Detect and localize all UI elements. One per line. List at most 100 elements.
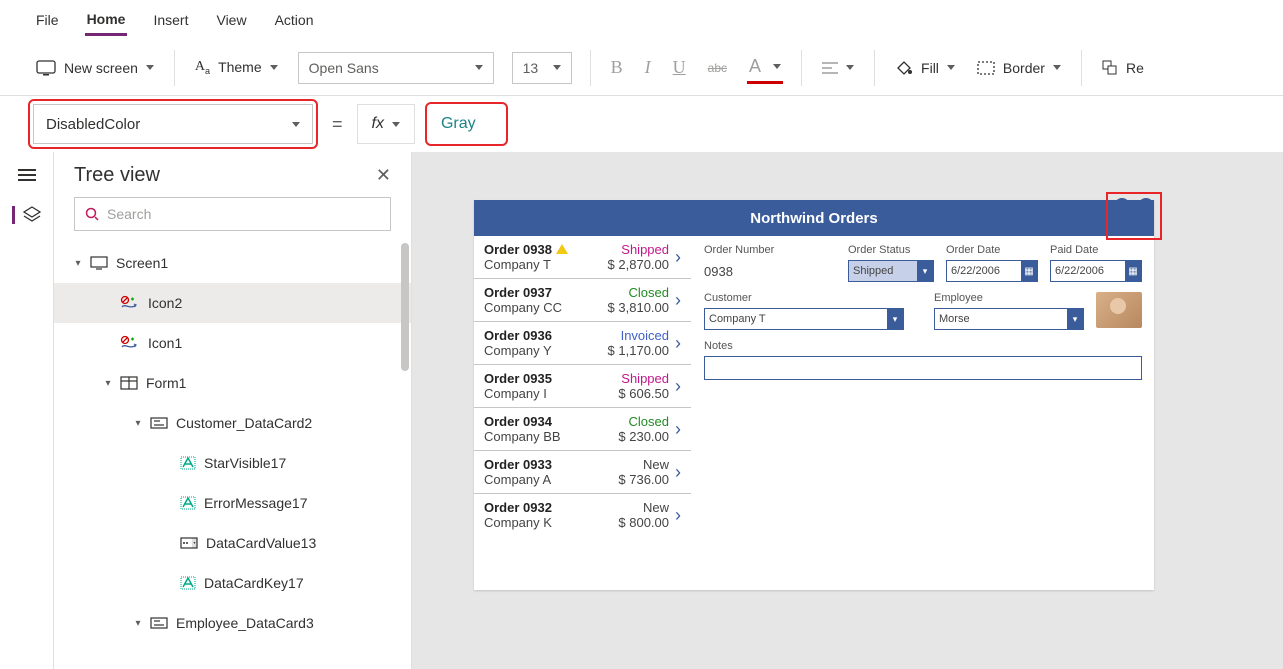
datacard-icon — [150, 417, 168, 429]
order-detail: Order Number0938 Order StatusShipped▾ Or… — [692, 236, 1154, 590]
font-size-value: 13 — [523, 60, 539, 76]
tree-item-label: Customer_DataCard2 — [176, 415, 312, 431]
menu-insert[interactable]: Insert — [151, 6, 190, 34]
calendar-icon: ▦ — [1125, 261, 1141, 281]
app-header: Northwind Orders — [474, 200, 1154, 236]
tree-item-errormessage17[interactable]: ErrorMessage17 — [54, 483, 411, 523]
tree-item-label: Employee_DataCard3 — [176, 615, 314, 631]
chevron-right-icon: › — [669, 333, 681, 354]
order-row[interactable]: Order 0936Company YInvoiced$ 1,170.00› — [474, 321, 691, 364]
notes-input[interactable] — [704, 356, 1142, 380]
text-color-button[interactable]: A — [747, 52, 783, 84]
order-list[interactable]: Order 0938Company TShipped$ 2,870.00›Ord… — [474, 236, 692, 590]
order-number-value: 0938 — [704, 260, 836, 282]
tree-item-employee-datacard3[interactable]: ▾Employee_DataCard3 — [54, 603, 411, 643]
tree-list: ▾Screen1 Icon2 Icon1 ▾Form1▾Customer_DataCa… — [54, 243, 411, 643]
order-date-input[interactable]: 6/22/2006▦ — [946, 260, 1038, 282]
strike-button[interactable]: abc — [706, 57, 729, 79]
employee-select[interactable]: Morse▾ — [934, 308, 1084, 330]
order-row[interactable]: Order 0934Company BBClosed$ 230.00› — [474, 407, 691, 450]
tree-item-datacardvalue13[interactable]: DataCardValue13 — [54, 523, 411, 563]
chevron-down-icon — [292, 122, 300, 127]
iconctrl-icon — [120, 335, 140, 351]
tree-item-label: Icon2 — [148, 295, 182, 311]
label-icon — [180, 496, 196, 510]
formula-input[interactable]: Gray — [427, 104, 506, 144]
hamburger-icon[interactable] — [18, 166, 36, 184]
layers-icon — [23, 206, 41, 224]
close-icon[interactable]: ✕ — [376, 165, 391, 186]
chevron-down-icon — [1053, 65, 1061, 70]
order-row[interactable]: Order 0938Company TShipped$ 2,870.00› — [474, 236, 691, 278]
tree-item-label: Form1 — [146, 375, 186, 391]
customer-select[interactable]: Company T▾ — [704, 308, 904, 330]
property-selector-highlight: DisabledColor — [28, 99, 318, 149]
menu-view[interactable]: View — [214, 6, 248, 34]
tree-item-form1[interactable]: ▾Form1 — [54, 363, 411, 403]
border-label: Border — [1003, 60, 1045, 76]
label-icon — [180, 456, 196, 470]
datacard-icon — [150, 617, 168, 629]
property-value: DisabledColor — [46, 116, 140, 133]
canvas[interactable]: Northwind Orders Order 0938Company TShip… — [412, 152, 1283, 669]
menu-home[interactable]: Home — [85, 5, 128, 36]
tree-item-datacardkey17[interactable]: DataCardKey17 — [54, 563, 411, 603]
separator — [1081, 50, 1082, 86]
chevron-down-icon: ▾ — [887, 309, 903, 329]
tree-item-label: Screen1 — [116, 255, 168, 271]
customer-label: Customer — [704, 292, 904, 304]
tree-item-starvisible17[interactable]: StarVisible17 — [54, 443, 411, 483]
order-row[interactable]: Order 0935Company IShipped$ 606.50› — [474, 364, 691, 407]
paid-date-input[interactable]: 6/22/2006▦ — [1050, 260, 1142, 282]
tree-item-icon1[interactable]: Icon1 — [54, 323, 411, 363]
menu-action[interactable]: Action — [273, 6, 316, 34]
menu-bar: File Home Insert View Action — [0, 0, 1283, 40]
theme-label: Theme — [218, 59, 262, 75]
selection-marker[interactable] — [1106, 192, 1162, 240]
formula-bar: DisabledColor = fx Gray — [0, 96, 1283, 152]
border-button[interactable]: Border — [975, 56, 1063, 80]
tree-item-label: Icon1 — [148, 335, 182, 351]
separator — [874, 50, 875, 86]
label-icon — [180, 576, 196, 590]
chevron-right-icon: › — [669, 247, 681, 268]
chevron-right-icon: › — [669, 376, 681, 397]
bold-button[interactable]: B — [609, 53, 625, 82]
chevron-down-icon — [553, 65, 561, 70]
chevron-right-icon: › — [669, 290, 681, 311]
fx-button[interactable]: fx — [357, 104, 415, 144]
theme-button[interactable]: Aa Theme — [193, 55, 280, 80]
italic-button[interactable]: I — [643, 53, 653, 82]
search-input[interactable]: Search — [74, 197, 391, 231]
notes-label: Notes — [704, 340, 1142, 352]
fill-button[interactable]: Fill — [893, 56, 957, 80]
tree-item-screen1[interactable]: ▾Screen1 — [54, 243, 411, 283]
employee-label: Employee — [934, 292, 1084, 304]
order-row[interactable]: Order 0932Company KNew$ 800.00› — [474, 493, 691, 536]
new-screen-label: New screen — [64, 60, 138, 76]
tree-item-icon2[interactable]: Icon2 — [54, 283, 411, 323]
order-status-select[interactable]: Shipped▾ — [848, 260, 934, 282]
calendar-icon: ▦ — [1021, 261, 1037, 281]
order-row[interactable]: Order 0933Company ANew$ 736.00› — [474, 450, 691, 493]
chevron-down-icon — [947, 65, 955, 70]
menu-file[interactable]: File — [34, 6, 61, 34]
app-preview: Northwind Orders Order 0938Company TShip… — [474, 200, 1154, 590]
order-status-label: Order Status — [848, 244, 934, 256]
tree-view-rail-button[interactable] — [12, 206, 41, 224]
search-placeholder: Search — [107, 206, 151, 222]
font-select[interactable]: Open Sans — [298, 52, 494, 84]
align-icon — [822, 61, 838, 75]
tree-item-label: StarVisible17 — [204, 455, 286, 471]
font-size-select[interactable]: 13 — [512, 52, 572, 84]
order-row[interactable]: Order 0937Company CCClosed$ 3,810.00› — [474, 278, 691, 321]
scrollbar[interactable] — [401, 243, 409, 371]
property-select[interactable]: DisabledColor — [33, 104, 313, 144]
fx-label: fx — [372, 115, 384, 133]
reorder-button[interactable]: Re — [1100, 56, 1146, 80]
align-button[interactable] — [820, 57, 856, 79]
warning-icon — [556, 244, 568, 254]
tree-item-customer-datacard2[interactable]: ▾Customer_DataCard2 — [54, 403, 411, 443]
new-screen-button[interactable]: New screen — [34, 56, 156, 80]
underline-button[interactable]: U — [671, 53, 688, 82]
